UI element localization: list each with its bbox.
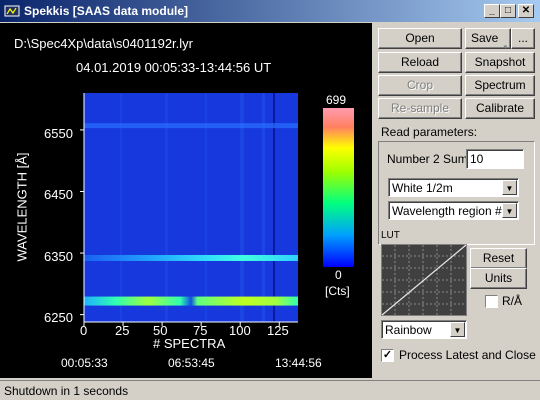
number2sum-input[interactable]: 10 — [466, 149, 524, 169]
colorbar-max: 699 — [326, 93, 347, 107]
y-tick-6550: 6550 — [44, 126, 73, 141]
chevron-down-icon: ▼ — [450, 322, 465, 337]
process-latest-checkbox[interactable]: ✓ — [381, 349, 394, 362]
save-button[interactable]: Save ▾ — [465, 28, 511, 51]
minimize-button[interactable]: _ — [484, 4, 500, 18]
x-tick-100: 100 — [229, 323, 251, 338]
filter-select[interactable]: White 1/2m ▼ — [388, 178, 519, 197]
region-select[interactable]: Wavelength region #1 ▼ — [388, 201, 519, 220]
save-label: Save — [471, 31, 499, 45]
chevron-down-icon: ▼ — [502, 180, 517, 195]
read-params-label: Read parameters: — [381, 125, 478, 139]
spectrum-button[interactable]: Spectrum — [465, 75, 535, 96]
ra-checkbox[interactable] — [485, 295, 498, 308]
lut-reset-button[interactable]: Reset — [470, 248, 527, 269]
calibrate-button[interactable]: Calibrate — [465, 98, 535, 119]
y-tick-6350: 6350 — [44, 249, 73, 264]
chevron-down-icon: ▼ — [502, 203, 517, 218]
title-bar[interactable]: Spekkis [SAAS data module] _ □ ✕ — [0, 0, 540, 22]
lut-label: LUT — [381, 230, 400, 241]
emission-band-6557 — [84, 123, 298, 129]
more-button[interactable]: ... — [511, 28, 535, 49]
colorbar-min: 0 — [335, 268, 342, 282]
close-button[interactable]: ✕ — [518, 4, 534, 18]
number2sum-label: Number 2 Sum — [387, 152, 468, 166]
x-tick-0: 0 — [80, 323, 88, 338]
status-bar: Shutdown in 1 seconds — [0, 380, 540, 400]
read-params-group: Number 2 Sum 10 White 1/2m ▼ Wavelength … — [378, 141, 535, 245]
plot-panel: D:\Spec4Xp\data\s0401192r.lyr 04.01.2019… — [0, 23, 372, 378]
y-tick-6250: 6250 — [44, 310, 73, 325]
reload-button[interactable]: Reload — [378, 52, 462, 73]
units-button[interactable]: Units — [470, 268, 527, 289]
emission-band-6342 — [84, 254, 298, 261]
window-title: Spekkis [SAAS data module] — [24, 4, 189, 18]
y-tick-6450: 6450 — [44, 187, 73, 202]
app-window: Spekkis [SAAS data module] _ □ ✕ D:\Spec… — [0, 0, 540, 400]
colormap-select[interactable]: Rainbow ▼ — [381, 320, 467, 339]
maximize-icon: □ — [504, 5, 512, 16]
crop-button[interactable]: Crop — [378, 75, 462, 96]
time-label-end: 13:44:56 — [275, 356, 322, 370]
minimize-icon: _ — [489, 5, 495, 16]
close-icon: ✕ — [521, 5, 531, 16]
x-axis-label: # SPECTRA — [153, 336, 226, 351]
resample-button[interactable]: Re-sample — [378, 98, 462, 119]
time-label-mid: 06:53:45 — [168, 356, 215, 370]
ra-label: R/Å — [502, 294, 523, 308]
open-button[interactable]: Open — [378, 28, 462, 49]
x-tick-125: 125 — [267, 323, 289, 338]
colormap-select-value: Rainbow — [385, 323, 432, 337]
lut-curve-editor[interactable] — [381, 244, 467, 316]
maximize-button[interactable]: □ — [500, 4, 516, 18]
snapshot-button[interactable]: Snapshot — [465, 52, 535, 73]
status-text: Shutdown in 1 seconds — [4, 384, 129, 398]
colorbar — [323, 108, 354, 267]
y-axis-label: WAVELENGTH [Å] — [14, 152, 30, 262]
x-tick-25: 25 — [115, 323, 130, 338]
emission-band-6272 — [84, 296, 298, 306]
filter-select-value: White 1/2m — [392, 181, 453, 195]
time-label-start: 00:05:33 — [61, 356, 108, 370]
region-select-value: Wavelength region #1 — [392, 204, 509, 218]
process-latest-label: Process Latest and Close — [399, 348, 536, 362]
colorbar-unit: [Cts] — [325, 284, 350, 298]
app-icon — [4, 5, 20, 17]
control-panel: Open Save ▾ ... Reload Snapshot Crop Spe… — [375, 23, 540, 378]
